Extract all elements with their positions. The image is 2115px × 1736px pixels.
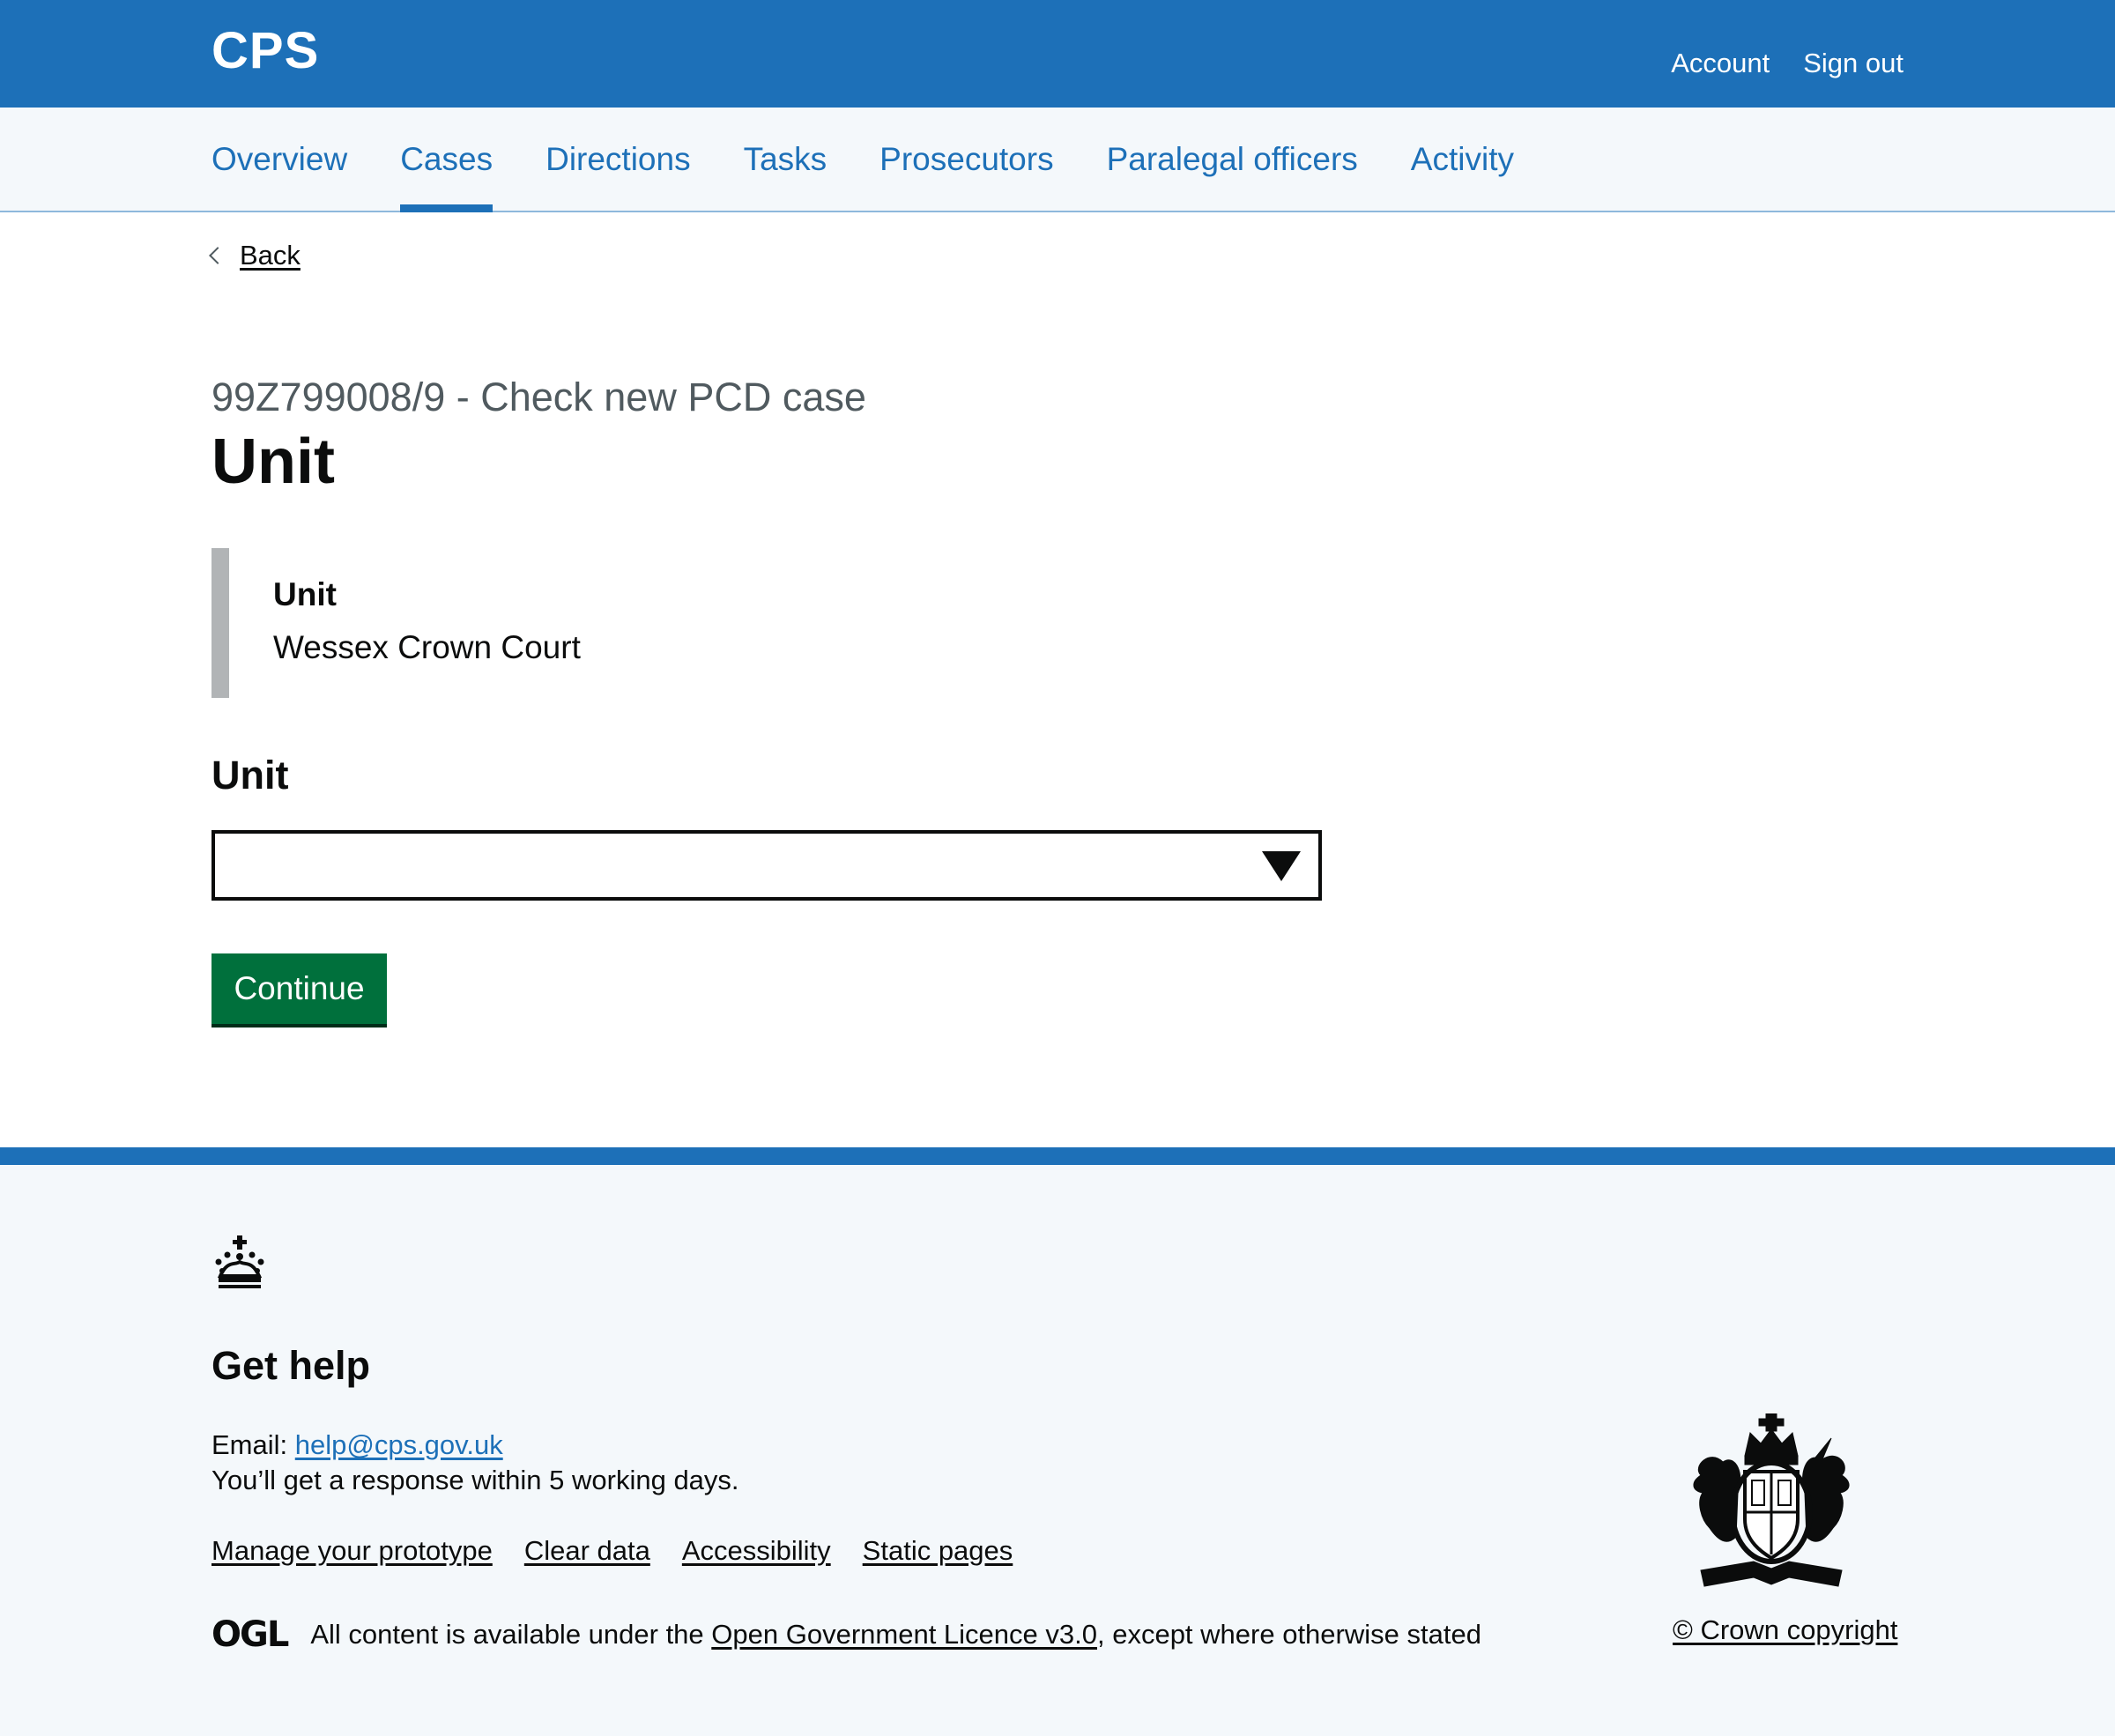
nav-item-tasks[interactable]: Tasks <box>744 108 827 211</box>
service-navigation: Overview Cases Directions Tasks Prosecut… <box>0 108 2115 212</box>
get-help-heading: Get help <box>212 1343 371 1388</box>
manage-prototype-link[interactable]: Manage your prototype <box>212 1535 493 1567</box>
help-email: Email: help@cps.gov.uk <box>212 1429 503 1461</box>
nav-link-tasks[interactable]: Tasks <box>744 141 827 178</box>
nav-item-directions[interactable]: Directions <box>545 108 691 211</box>
nav-link-activity[interactable]: Activity <box>1411 141 1514 178</box>
continue-button[interactable]: Continue <box>212 953 387 1024</box>
back-link-container: Back <box>209 240 301 271</box>
nav-item-prosecutors[interactable]: Prosecutors <box>879 108 1053 211</box>
account-link[interactable]: Account <box>1671 48 1770 79</box>
licence-prefix: All content is available under the <box>310 1619 712 1650</box>
nav-link-paralegal-officers[interactable]: Paralegal officers <box>1107 141 1358 178</box>
nav-item-activity[interactable]: Activity <box>1411 108 1514 211</box>
footer-links: Manage your prototype Clear data Accessi… <box>212 1535 1013 1567</box>
unit-select[interactable] <box>212 830 1322 901</box>
nav-link-prosecutors[interactable]: Prosecutors <box>879 141 1053 178</box>
inset-text: Unit Wessex Crown Court <box>212 548 1005 698</box>
triangle-down-icon <box>1262 851 1301 881</box>
open-government-licence-link[interactable]: Open Government Licence v3.0 <box>711 1619 1097 1650</box>
unit-field-label: Unit <box>212 753 289 798</box>
email-prefix: Email: <box>212 1429 295 1460</box>
site-header: CPS Account Sign out <box>0 0 2115 108</box>
nav-item-overview[interactable]: Overview <box>212 108 347 211</box>
nav-link-cases[interactable]: Cases <box>400 141 493 178</box>
nav-link-overview[interactable]: Overview <box>212 141 347 178</box>
page-caption: 99Z799008/9 - Check new PCD case <box>212 375 866 419</box>
response-time-text: You’ll get a response within 5 working d… <box>212 1465 739 1495</box>
crown-copyright-link[interactable]: © Crown copyright <box>1673 1614 1897 1645</box>
ogl-logo: OGL <box>212 1614 289 1655</box>
sign-out-link[interactable]: Sign out <box>1803 48 1904 79</box>
chevron-left-icon <box>209 247 226 264</box>
service-name[interactable]: CPS <box>212 21 319 80</box>
inset-value: Wessex Crown Court <box>273 629 581 665</box>
page-title: Unit <box>212 427 335 497</box>
royal-coat-of-arms-icon <box>1693 1413 1850 1587</box>
crown-icon <box>215 1235 264 1288</box>
inset-label: Unit <box>273 576 337 612</box>
crown-copyright: © Crown copyright <box>1673 1614 1897 1646</box>
back-link[interactable]: Back <box>240 240 301 271</box>
nav-item-paralegal-officers[interactable]: Paralegal officers <box>1107 108 1358 211</box>
static-pages-link[interactable]: Static pages <box>863 1535 1013 1567</box>
nav-link-directions[interactable]: Directions <box>545 141 691 178</box>
licence-text: All content is available under the Open … <box>310 1619 1481 1651</box>
licence-row: OGL All content is available under the O… <box>212 1614 1481 1655</box>
help-email-link[interactable]: help@cps.gov.uk <box>295 1429 503 1460</box>
nav-item-cases[interactable]: Cases <box>400 108 493 212</box>
accessibility-link[interactable]: Accessibility <box>682 1535 831 1567</box>
licence-suffix: , except where otherwise stated <box>1096 1619 1481 1650</box>
clear-data-link[interactable]: Clear data <box>524 1535 650 1567</box>
header-links: Account Sign out <box>1671 48 1904 79</box>
